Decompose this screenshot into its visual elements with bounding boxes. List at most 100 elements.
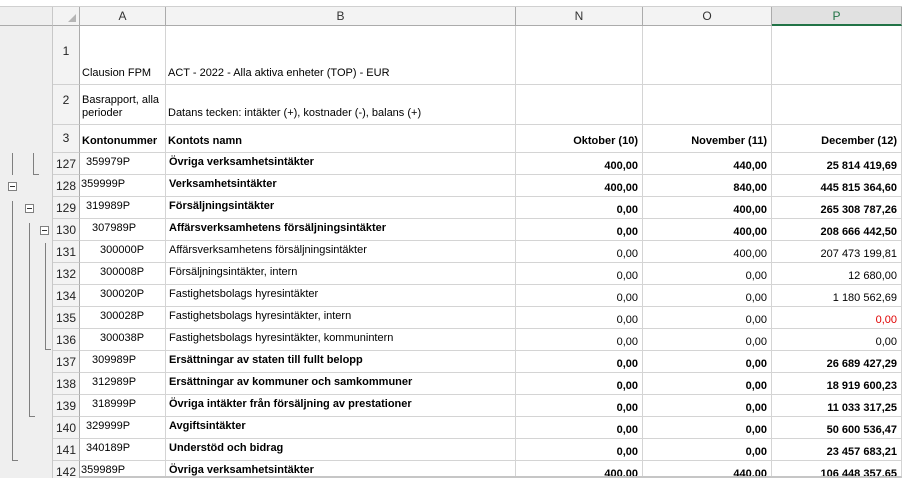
cell-account-132[interactable]: 300008P <box>80 263 166 285</box>
cell-nov-141[interactable]: 0,00 <box>643 439 772 461</box>
cell-name-128[interactable]: Verksamhetsintäkter <box>166 175 516 197</box>
row-header-141[interactable]: 141 <box>53 439 80 461</box>
cell-p3[interactable]: December (12) <box>772 125 902 153</box>
cell-oct-138[interactable]: 0,00 <box>516 373 643 395</box>
cell-p1[interactable] <box>772 26 902 85</box>
cell-name-130[interactable]: Affärsverksamhetens försäljningsintäkter <box>166 219 516 241</box>
cell-nov-134[interactable]: 0,00 <box>643 285 772 307</box>
cell-name-129[interactable]: Försäljningsintäkter <box>166 197 516 219</box>
cell-n1[interactable] <box>516 26 643 85</box>
cell-name-132[interactable]: Försäljningsintäkter, intern <box>166 263 516 285</box>
cell-name-127[interactable]: Övriga verksamhetsintäkter <box>166 153 516 175</box>
cell-account-140[interactable]: 329999P <box>80 417 166 439</box>
cell-account-127[interactable]: 359979P <box>80 153 166 175</box>
cell-dec-135[interactable]: 0,00 <box>772 307 902 329</box>
cell-dec-140[interactable]: 50 600 536,47 <box>772 417 902 439</box>
cell-dec-132[interactable]: 12 680,00 <box>772 263 902 285</box>
cell-nov-135[interactable]: 0,00 <box>643 307 772 329</box>
cell-dec-127[interactable]: 25 814 419,69 <box>772 153 902 175</box>
cell-b3[interactable]: Kontots namn <box>166 125 516 153</box>
cell-a2[interactable]: Basrapport, alla perioder <box>80 85 166 125</box>
cell-b2[interactable]: Datans tecken: intäkter (+), kostnader (… <box>166 85 516 125</box>
cell-oct-129[interactable]: 0,00 <box>516 197 643 219</box>
cell-nov-139[interactable]: 0,00 <box>643 395 772 417</box>
cell-account-134[interactable]: 300020P <box>80 285 166 307</box>
row-header-129[interactable]: 129 <box>53 197 80 219</box>
row-header-128[interactable]: 128 <box>53 175 80 197</box>
column-header-o[interactable]: O <box>643 7 772 26</box>
cell-nov-137[interactable]: 0,00 <box>643 351 772 373</box>
row-header-135[interactable]: 135 <box>53 307 80 329</box>
cell-o1[interactable] <box>643 26 772 85</box>
row-header-3[interactable]: 3 <box>53 125 80 153</box>
select-all-corner[interactable] <box>53 7 80 26</box>
cell-oct-131[interactable]: 0,00 <box>516 241 643 263</box>
column-header-n[interactable]: N <box>516 7 643 26</box>
cell-a3[interactable]: Kontonummer <box>80 125 166 153</box>
cell-oct-128[interactable]: 400,00 <box>516 175 643 197</box>
cell-account-130[interactable]: 307989P <box>80 219 166 241</box>
row-header-136[interactable]: 136 <box>53 329 80 351</box>
cell-oct-130[interactable]: 0,00 <box>516 219 643 241</box>
column-header-p[interactable]: P <box>772 7 902 26</box>
cell-dec-138[interactable]: 18 919 600,23 <box>772 373 902 395</box>
cell-account-129[interactable]: 319989P <box>80 197 166 219</box>
collapse-group-130-button[interactable] <box>40 226 49 235</box>
row-header-134[interactable]: 134 <box>53 285 80 307</box>
spreadsheet[interactable]: ABNOP 1 Clausion FPM ACT - 2022 - Alla akt… <box>0 0 902 478</box>
cell-name-137[interactable]: Ersättningar av staten till fullt belopp <box>166 351 516 373</box>
cell-oct-127[interactable]: 400,00 <box>516 153 643 175</box>
cell-o2[interactable] <box>643 85 772 125</box>
collapse-group-129-button[interactable] <box>25 204 34 213</box>
cell-dec-141[interactable]: 23 457 683,21 <box>772 439 902 461</box>
cell-account-139[interactable]: 318999P <box>80 395 166 417</box>
cell-dec-134[interactable]: 1 180 562,69 <box>772 285 902 307</box>
cell-nov-138[interactable]: 0,00 <box>643 373 772 395</box>
row-header-140[interactable]: 140 <box>53 417 80 439</box>
cell-oct-132[interactable]: 0,00 <box>516 263 643 285</box>
row-header-139[interactable]: 139 <box>53 395 80 417</box>
row-header-131[interactable]: 131 <box>53 241 80 263</box>
cell-account-141[interactable]: 340189P <box>80 439 166 461</box>
cell-dec-136[interactable]: 0,00 <box>772 329 902 351</box>
cell-oct-141[interactable]: 0,00 <box>516 439 643 461</box>
cell-nov-130[interactable]: 400,00 <box>643 219 772 241</box>
cell-o3[interactable]: November (11) <box>643 125 772 153</box>
cell-nov-136[interactable]: 0,00 <box>643 329 772 351</box>
column-header-b[interactable]: B <box>166 7 516 26</box>
cell-dec-131[interactable]: 207 473 199,81 <box>772 241 902 263</box>
cell-account-138[interactable]: 312989P <box>80 373 166 395</box>
row-header-130[interactable]: 130 <box>53 219 80 241</box>
row-header-137[interactable]: 137 <box>53 351 80 373</box>
cell-dec-130[interactable]: 208 666 442,50 <box>772 219 902 241</box>
cell-nov-128[interactable]: 840,00 <box>643 175 772 197</box>
cell-nov-131[interactable]: 400,00 <box>643 241 772 263</box>
cell-account-131[interactable]: 300000P <box>80 241 166 263</box>
cell-oct-135[interactable]: 0,00 <box>516 307 643 329</box>
cell-oct-136[interactable]: 0,00 <box>516 329 643 351</box>
row-header-138[interactable]: 138 <box>53 373 80 395</box>
row-header-127[interactable]: 127 <box>53 153 80 175</box>
cell-dec-129[interactable]: 265 308 787,26 <box>772 197 902 219</box>
cell-name-136[interactable]: Fastighetsbolags hyresintäkter, kommunin… <box>166 329 516 351</box>
row-header-142[interactable]: 142 <box>53 461 80 478</box>
cell-account-135[interactable]: 300028P <box>80 307 166 329</box>
cell-n2[interactable] <box>516 85 643 125</box>
cell-name-135[interactable]: Fastighetsbolags hyresintäkter, intern <box>166 307 516 329</box>
cell-name-140[interactable]: Avgiftsintäkter <box>166 417 516 439</box>
cell-nov-140[interactable]: 0,00 <box>643 417 772 439</box>
cell-dec-128[interactable]: 445 815 364,60 <box>772 175 902 197</box>
column-header-a[interactable]: A <box>80 7 166 26</box>
row-header-132[interactable]: 132 <box>53 263 80 285</box>
cell-nov-129[interactable]: 400,00 <box>643 197 772 219</box>
cell-dec-137[interactable]: 26 689 427,29 <box>772 351 902 373</box>
cell-name-131[interactable]: Affärsverksamhetens försäljningsintäkter <box>166 241 516 263</box>
cell-name-139[interactable]: Övriga intäkter från försäljning av pres… <box>166 395 516 417</box>
cell-n3[interactable]: Oktober (10) <box>516 125 643 153</box>
cell-oct-140[interactable]: 0,00 <box>516 417 643 439</box>
cell-name-134[interactable]: Fastighetsbolags hyresintäkter <box>166 285 516 307</box>
cell-oct-139[interactable]: 0,00 <box>516 395 643 417</box>
row-header-1[interactable]: 1 <box>53 26 80 85</box>
cell-dec-139[interactable]: 11 033 317,25 <box>772 395 902 417</box>
cell-oct-134[interactable]: 0,00 <box>516 285 643 307</box>
